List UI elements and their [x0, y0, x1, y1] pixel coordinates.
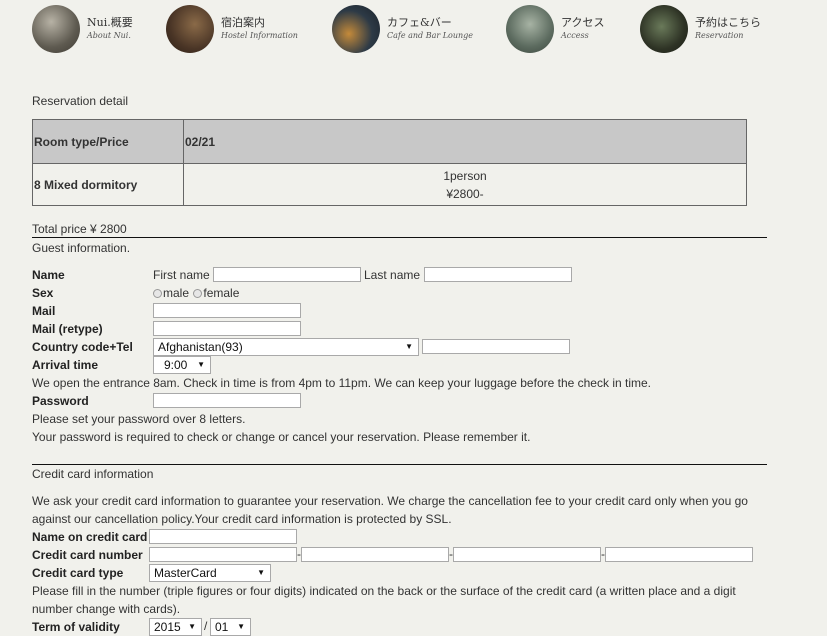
- female-radio[interactable]: [193, 289, 203, 299]
- chevron-down-icon: ▼: [405, 342, 413, 351]
- validity-month-select[interactable]: 01 ▼: [210, 618, 251, 636]
- validity-year-value: 2015: [154, 620, 181, 634]
- name-label: Name: [32, 268, 65, 282]
- card-name-input[interactable]: [149, 529, 297, 544]
- credit-intro-1: We ask your credit card information to g…: [32, 494, 748, 508]
- last-name-label: Last name: [364, 268, 421, 282]
- reservation-heading: Reservation detail: [32, 94, 129, 108]
- chevron-down-icon: ▼: [197, 360, 205, 369]
- male-radio[interactable]: [153, 289, 162, 299]
- validity-year-select[interactable]: 2015 ▼: [149, 618, 202, 636]
- nav-cafe-jp: カフェ&バー: [387, 16, 452, 29]
- total-price: Total price ¥ 2800: [32, 222, 127, 236]
- chevron-down-icon: ▼: [188, 622, 196, 631]
- nav-about-en: About Nui.: [87, 31, 131, 40]
- divider: [32, 464, 767, 465]
- nav-hostel-jp: 宿泊案内: [221, 16, 265, 29]
- country-value: Afghanistan(93): [158, 340, 243, 354]
- top-nav: Nui.概要 About Nui. 宿泊案内 Hostel Information …: [0, 0, 827, 60]
- nav-access[interactable]: アクセス Access: [506, 5, 604, 53]
- nav-access-en: Access: [561, 31, 589, 40]
- last-name-input[interactable]: [424, 267, 572, 282]
- about-thumbnail: [32, 5, 80, 53]
- room-price-cell: 1person ¥2800-: [183, 163, 747, 206]
- mail-input[interactable]: [153, 303, 301, 318]
- nav-about-jp: Nui.概要: [87, 16, 133, 29]
- chevron-down-icon: ▼: [257, 568, 265, 577]
- card-number-input-1[interactable]: [149, 547, 297, 562]
- nav-about[interactable]: Nui.概要 About Nui.: [32, 5, 133, 53]
- sex-options: male female: [153, 286, 239, 300]
- card-number-label: Credit card number: [32, 548, 143, 562]
- arrival-label: Arrival time: [32, 358, 99, 372]
- sex-label: Sex: [32, 286, 54, 300]
- table-header-row: Room type/Price 02/21: [32, 119, 747, 164]
- card-number-input-3[interactable]: [453, 547, 601, 562]
- chevron-down-icon: ▼: [237, 622, 245, 631]
- validity-month-value: 01: [215, 620, 229, 634]
- nav-hostel-en: Hostel Information: [221, 31, 298, 40]
- country-label: Country code+Tel: [32, 340, 133, 354]
- password-label: Password: [32, 394, 89, 408]
- validity-label: Term of validity: [32, 620, 120, 634]
- card-number-input-2[interactable]: [301, 547, 449, 562]
- nav-cafe-en: Cafe and Bar Lounge: [387, 31, 474, 40]
- nav-access-jp: アクセス: [561, 16, 605, 29]
- country-select[interactable]: Afghanistan(93) ▼: [153, 338, 419, 356]
- guest-heading: Guest information.: [32, 241, 131, 255]
- arrival-select[interactable]: 9:00 ▼: [153, 356, 211, 374]
- mail-label: Mail: [32, 304, 56, 318]
- password-note-2: Your password is required to check or ch…: [32, 430, 531, 444]
- female-label: female: [203, 286, 240, 300]
- cafe-thumbnail: [332, 5, 380, 53]
- price-text: ¥2800-: [446, 186, 484, 201]
- password-input[interactable]: [153, 393, 301, 408]
- mail-retype-label: Mail (retype): [32, 322, 103, 336]
- arrival-note: We open the entrance 8am. Check in time …: [32, 376, 651, 390]
- header-date: 02/21: [183, 119, 747, 164]
- male-label: male: [163, 286, 190, 300]
- card-name-label: Name on credit card: [32, 530, 148, 544]
- nav-reservation-jp: 予約はこちら: [695, 16, 761, 29]
- reservation-thumbnail: [640, 5, 688, 53]
- validity-sep: /: [204, 619, 208, 633]
- nav-reservation-en: Reservation: [695, 31, 744, 40]
- reservation-table: Room type/Price 02/21 8 Mixed dormitory …: [32, 119, 747, 206]
- arrival-value: 9:00: [164, 358, 188, 372]
- first-name-label: First name: [153, 268, 210, 282]
- password-note-1: Please set your password over 8 letters.: [32, 412, 246, 426]
- cvv-note-1: Please fill in the number (triple figure…: [32, 584, 736, 598]
- card-type-select[interactable]: MasterCard ▼: [149, 564, 271, 582]
- nav-hostel[interactable]: 宿泊案内 Hostel Information: [166, 5, 298, 53]
- nav-cafe[interactable]: カフェ&バー Cafe and Bar Lounge: [332, 5, 473, 53]
- hostel-thumbnail: [166, 5, 214, 53]
- credit-heading: Credit card information: [32, 467, 154, 481]
- divider: [32, 237, 767, 238]
- nav-reservation[interactable]: 予約はこちら Reservation: [640, 5, 761, 53]
- credit-intro-2: against our cancellation policy.Your cre…: [32, 512, 452, 526]
- mail-retype-input[interactable]: [153, 321, 301, 336]
- table-row: 8 Mixed dormitory 1person ¥2800-: [32, 163, 747, 206]
- card-type-label: Credit card type: [32, 566, 124, 580]
- cvv-note-2: number change with cards).: [32, 602, 181, 616]
- persons-text: 1person: [443, 168, 487, 183]
- first-name-input[interactable]: [213, 267, 361, 282]
- header-room-type: Room type/Price: [32, 119, 184, 164]
- tel-input[interactable]: [422, 339, 570, 354]
- room-name: 8 Mixed dormitory: [32, 163, 184, 206]
- access-thumbnail: [506, 5, 554, 53]
- card-number-input-4[interactable]: [605, 547, 753, 562]
- card-type-value: MasterCard: [154, 566, 217, 580]
